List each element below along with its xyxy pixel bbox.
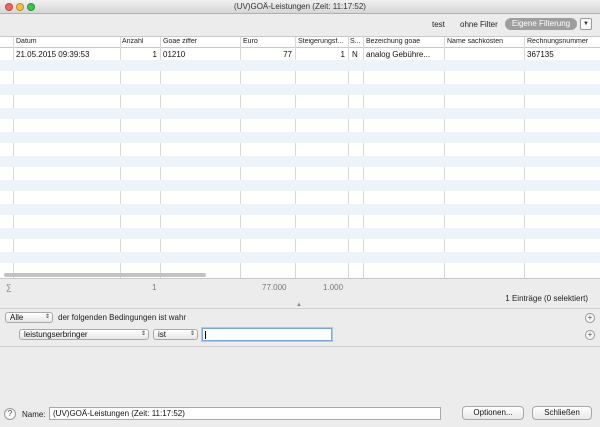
empty-row	[0, 84, 600, 95]
filter-bar: test ohne Filter Eigene Filterung ▼	[0, 14, 600, 36]
filter-test[interactable]: test	[432, 20, 445, 29]
sum-icon: ∑	[6, 283, 12, 292]
empty-row	[0, 156, 600, 167]
text-caret	[205, 331, 206, 339]
options-button[interactable]: Optionen...	[462, 406, 524, 420]
column-header-rechnungsnummer[interactable]: Rechnungsnummer	[527, 38, 597, 45]
column-header-steigerungsfaktor[interactable]: Steigerungsf...	[298, 38, 346, 45]
help-button[interactable]: ?	[4, 408, 16, 420]
title-bar: (UV)GOÄ-Leistungen (Zeit: 11:17:52)	[0, 0, 600, 14]
column-header-s[interactable]: S...	[350, 38, 362, 45]
empty-row	[0, 132, 600, 143]
bottom-bar: ? Name: (UV)GOÄ-Leistungen (Zeit: 11:17:…	[0, 398, 600, 427]
cell-euro: 77	[283, 50, 292, 59]
cell-rechnungsnummer: 367135	[527, 50, 554, 59]
cell-bezeichung: analog Gebühre...	[366, 50, 431, 59]
table-row[interactable]: 21.05.2015 09:39:53 1 01210 77 1 N analo…	[0, 49, 600, 60]
sum-bar: ∑ 1 77.000 1.000	[0, 278, 600, 294]
add-condition-group-icon[interactable]: +	[585, 313, 595, 323]
chevron-down-icon[interactable]: ▼	[580, 18, 592, 30]
sum-euro: 77.000	[262, 283, 287, 292]
sum-anzahl: 1	[152, 283, 157, 292]
cell-steigerungsfaktor: 1	[340, 50, 345, 59]
column-header-bezeichung[interactable]: Bezeichung goae	[366, 38, 442, 45]
column-header-euro[interactable]: Euro	[243, 38, 293, 45]
name-input[interactable]: (UV)GOÄ-Leistungen (Zeit: 11:17:52)	[49, 407, 441, 420]
field-select[interactable]: leistungserbringer ⇕	[19, 329, 149, 340]
data-table[interactable]: Datum Anzahl Goae ziffer Euro Steigerung…	[0, 36, 600, 278]
column-header-datum[interactable]: Datum	[16, 38, 116, 45]
sum-steigerung: 1.000	[323, 283, 344, 292]
status-text: 1 Einträge (0 selektiert)	[505, 294, 588, 303]
quantifier-select[interactable]: Alle ⇕	[5, 312, 53, 323]
condition-value-input[interactable]	[202, 328, 332, 341]
select-arrows-icon: ⇕	[189, 331, 195, 337]
operator-value: ist	[158, 330, 166, 339]
add-condition-icon[interactable]: +	[585, 330, 595, 340]
column-header-sachkosten[interactable]: Name sachkosten	[447, 38, 523, 45]
quantifier-value: Alle	[10, 313, 24, 322]
empty-row	[0, 60, 600, 71]
empty-row	[0, 108, 600, 119]
cell-s: N	[352, 50, 358, 59]
table-header: Datum Anzahl Goae ziffer Euro Steigerung…	[0, 37, 600, 48]
cell-anzahl: 1	[152, 50, 157, 59]
horizontal-scrollbar[interactable]	[4, 273, 206, 277]
column-header-goae-ziffer[interactable]: Goae ziffer	[163, 38, 237, 45]
custom-filter-button[interactable]: Eigene Filterung	[505, 18, 577, 30]
empty-row	[0, 228, 600, 239]
condition-description: der folgenden Bedingungen ist wahr	[58, 313, 187, 322]
select-arrows-icon: ⇕	[140, 331, 146, 337]
cell-datum: 21.05.2015 09:39:53	[16, 50, 90, 59]
select-arrows-icon: ⇕	[44, 314, 50, 320]
field-value: leistungserbringer	[24, 330, 88, 339]
filter-none[interactable]: ohne Filter	[460, 20, 498, 29]
empty-row	[0, 204, 600, 215]
close-button[interactable]: Schließen	[532, 406, 592, 420]
cell-goae-ziffer: 01210	[163, 50, 186, 59]
empty-row	[0, 252, 600, 263]
column-header-anzahl[interactable]: Anzahl	[122, 38, 158, 45]
operator-select[interactable]: ist ⇕	[153, 329, 198, 340]
name-label: Name:	[22, 410, 46, 419]
window-title: (UV)GOÄ-Leistungen (Zeit: 11:17:52)	[234, 2, 366, 11]
empty-row	[0, 180, 600, 191]
